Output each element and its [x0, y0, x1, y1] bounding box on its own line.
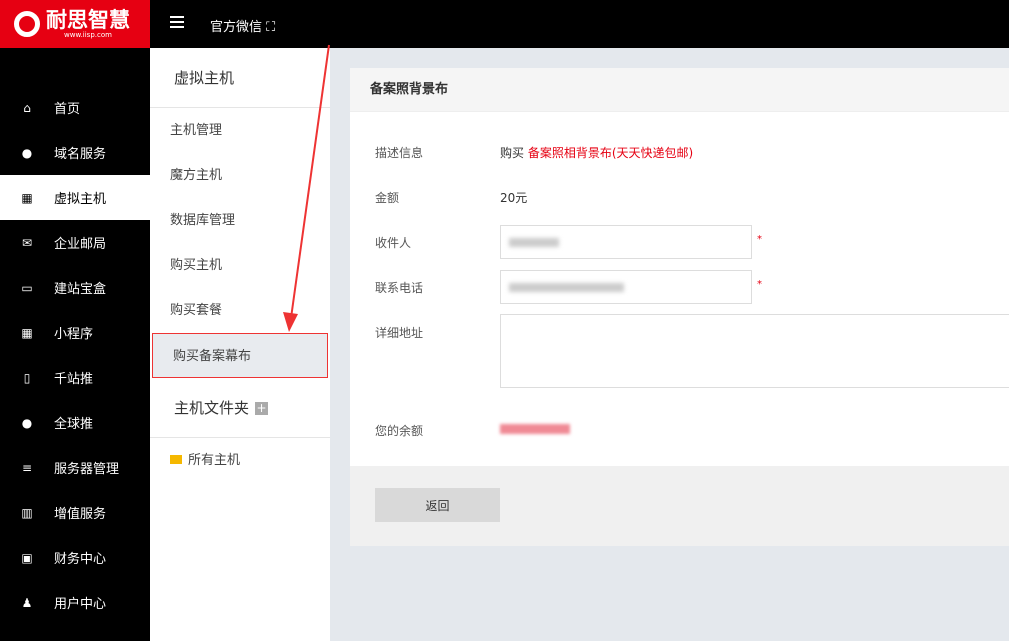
address-label: 详细地址 — [375, 326, 424, 340]
form-card: 备案照背景布 描述信息 购买 备案照相背景布(天天快递包邮) 金额 20元 收件… — [350, 68, 1009, 466]
desc-prefix: 购买 — [500, 146, 525, 160]
required-mark: * — [757, 279, 762, 290]
required-mark: * — [757, 234, 762, 245]
phone-label: 联系电话 — [375, 281, 424, 295]
recipient-input[interactable] — [500, 225, 752, 259]
form-title: 备案照背景布 — [350, 68, 1009, 112]
balance-value — [500, 424, 570, 434]
phone-input[interactable] — [500, 270, 752, 304]
main-panel: 备案照背景布 描述信息 购买 备案照相背景布(天天快递包邮) 金额 20元 收件… — [350, 68, 1009, 546]
balance-label: 您的余额 — [375, 424, 424, 438]
amount-label: 金额 — [375, 191, 400, 205]
desc-label: 描述信息 — [375, 146, 424, 160]
back-button[interactable]: 返回 — [375, 488, 500, 522]
address-textarea[interactable] — [500, 314, 1009, 388]
desc-value: 购买 备案照相背景布(天天快递包邮) — [500, 144, 693, 161]
amount-value: 20元 — [500, 191, 528, 205]
desc-product: 备案照相背景布(天天快递包邮) — [527, 146, 694, 160]
recipient-label: 收件人 — [375, 236, 412, 250]
